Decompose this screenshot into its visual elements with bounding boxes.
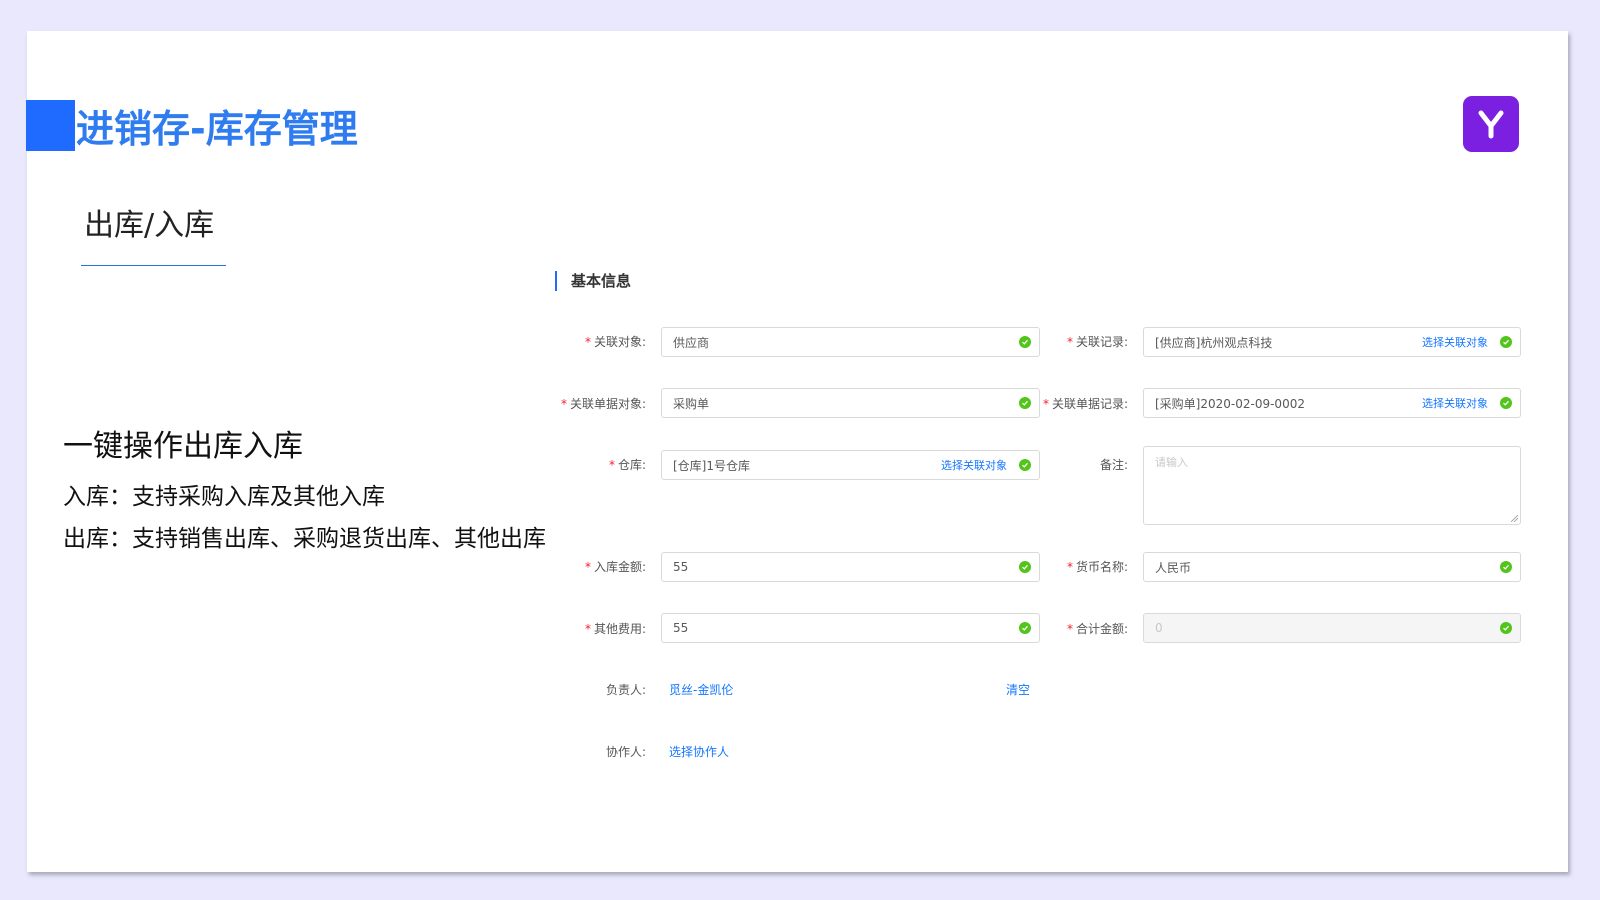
related-object-value: 供应商	[673, 335, 710, 350]
related-record-value: [供应商]杭州观点科技	[1155, 335, 1273, 350]
related-doc-object-value: 采购单	[673, 396, 710, 411]
total-amount-label: * 合计金额:	[1066, 622, 1128, 636]
required-mark: *	[608, 458, 615, 472]
required-mark: *	[584, 335, 591, 349]
slide-title: 进销存-库存管理	[76, 107, 358, 151]
title-accent-block	[26, 100, 75, 151]
related-doc-object-label: * 关联单据对象:	[560, 397, 646, 411]
required-mark: *	[1066, 335, 1073, 349]
other-fee-value: 55	[673, 621, 689, 635]
currency-value: 人民币	[1155, 560, 1192, 575]
y-logo-icon	[1463, 96, 1519, 152]
subtitle-underline	[81, 265, 226, 266]
slide-subtitle: 出库/入库	[84, 208, 215, 243]
required-mark: *	[1066, 622, 1073, 636]
select-related-object-link[interactable]: 选择关联对象	[1422, 395, 1488, 411]
remark-label: 备注:	[1099, 458, 1128, 472]
check-circle-icon	[1500, 561, 1512, 573]
required-mark: *	[584, 560, 591, 574]
select-related-object-link[interactable]: 选择关联对象	[1422, 334, 1488, 350]
required-mark: *	[1042, 397, 1049, 411]
remark-placeholder: 请输入	[1155, 456, 1188, 469]
total-amount-field: 0	[1143, 613, 1521, 643]
select-collaborator-link[interactable]: 选择协作人	[669, 743, 729, 761]
check-circle-icon	[1500, 397, 1512, 409]
required-mark: *	[560, 397, 567, 411]
section-marker	[555, 271, 557, 291]
in-amount-value: 55	[673, 560, 689, 574]
required-mark: *	[1066, 560, 1073, 574]
owner-link[interactable]: 觅丝-金凯伦	[669, 681, 733, 699]
feature-line-inbound: 入库：支持采购入库及其他入库	[63, 484, 385, 510]
related-doc-record-field[interactable]: [采购单]2020-02-09-0002 选择关联对象	[1143, 388, 1521, 418]
related-record-field[interactable]: [供应商]杭州观点科技 选择关联对象	[1143, 327, 1521, 357]
currency-label: * 货币名称:	[1066, 560, 1128, 574]
related-doc-record-label: * 关联单据记录:	[1042, 397, 1128, 411]
total-amount-value: 0	[1155, 621, 1163, 635]
related-record-label: * 关联记录:	[1066, 335, 1128, 349]
required-mark: *	[584, 622, 591, 636]
owner-label: 负责人:	[605, 683, 646, 697]
resize-handle-icon[interactable]	[1511, 515, 1518, 522]
other-fee-label: * 其他费用:	[584, 622, 646, 636]
section-title: 基本信息	[571, 272, 632, 290]
warehouse-value: [仓库]1号仓库	[673, 458, 750, 473]
related-object-label: * 关联对象:	[584, 335, 646, 349]
related-doc-record-value: [采购单]2020-02-09-0002	[1155, 396, 1305, 411]
collaborator-label: 协作人:	[605, 745, 646, 759]
feature-line-outbound: 出库：支持销售出库、采购退货出库、其他出库	[63, 526, 546, 552]
check-circle-icon	[1500, 622, 1512, 634]
remark-textarea[interactable]: 请输入	[1143, 446, 1521, 525]
in-amount-label: * 入库金额:	[584, 560, 646, 574]
feature-heading: 一键操作出库入库	[63, 429, 303, 464]
check-circle-icon	[1500, 336, 1512, 348]
currency-field[interactable]: 人民币	[1143, 552, 1521, 582]
warehouse-label: * 仓库:	[608, 458, 646, 472]
clear-owner-link[interactable]: 清空	[1006, 681, 1030, 699]
